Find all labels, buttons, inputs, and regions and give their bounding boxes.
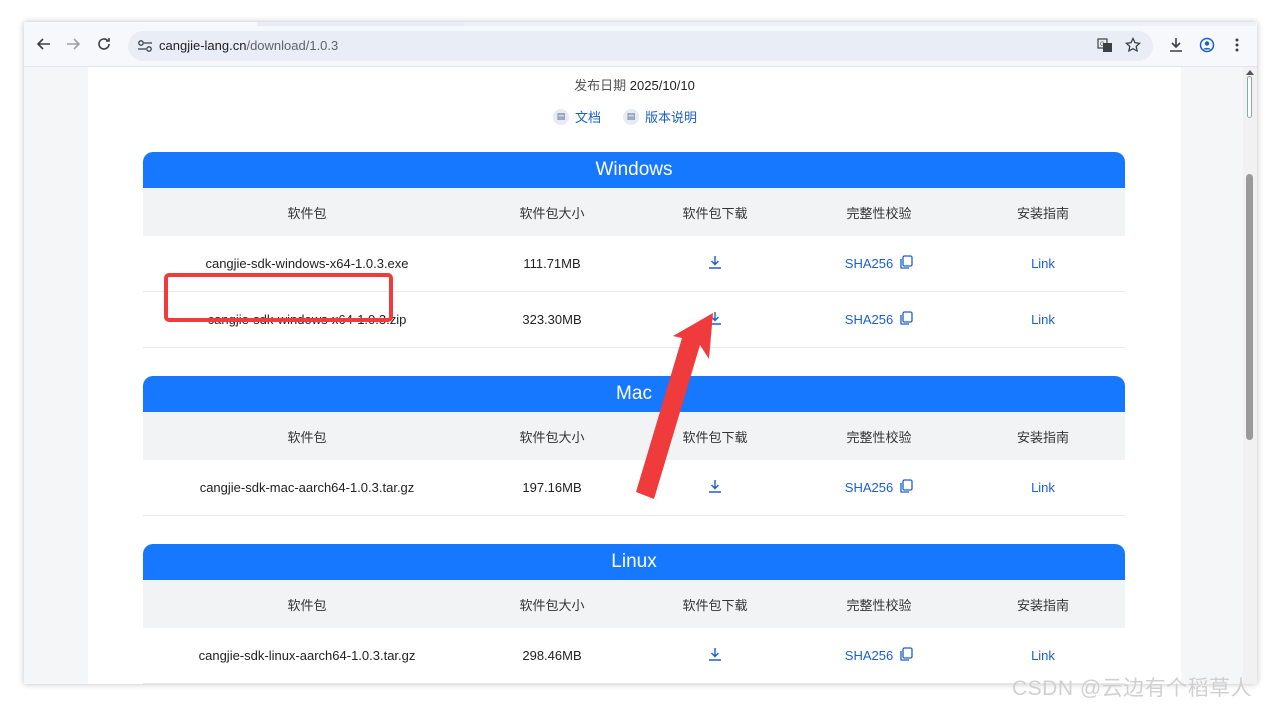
watermark-text: CSDN @云边有个稻草人: [1012, 677, 1253, 700]
annotation-arrow-icon: [636, 313, 713, 499]
